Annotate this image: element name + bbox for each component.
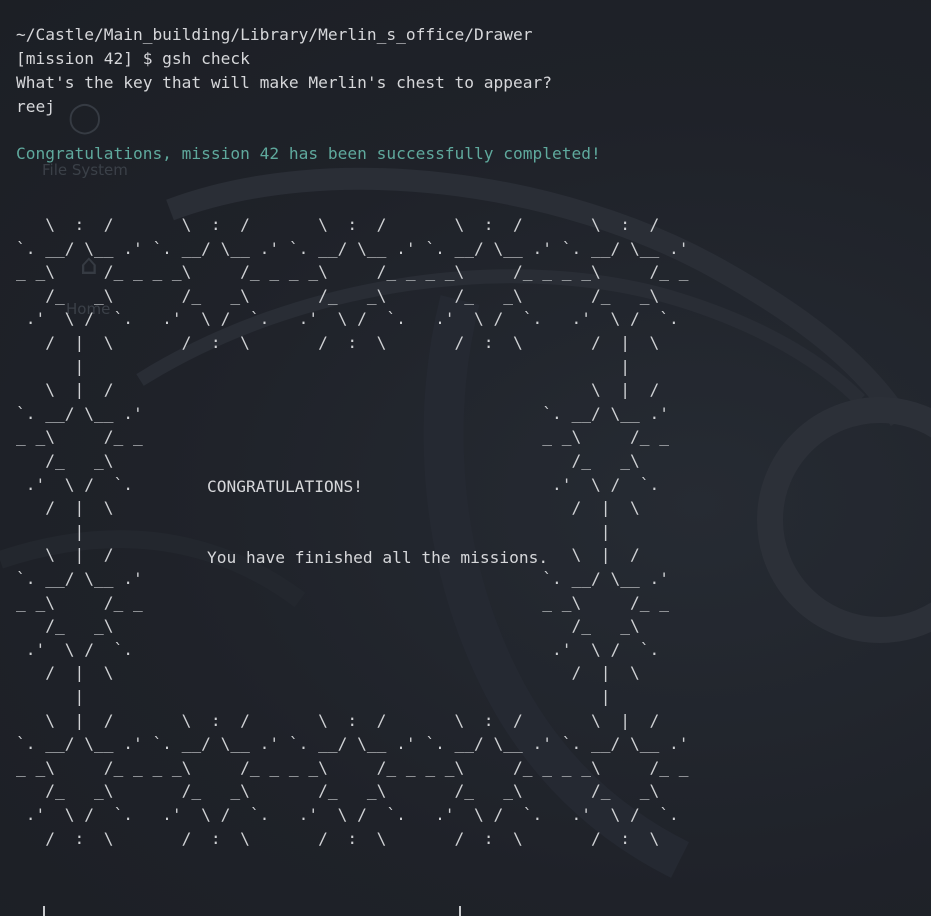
desktop-screen: ◯ File System ⌂ Home ~/Castle/Main_build… [0, 0, 931, 916]
ascii-art-line: / : \ / : \ / : \ / : \ / : \ [16, 828, 660, 848]
ascii-art-line: `. __/ \__ .' `. __/ \__ .' `. __/ \__ .… [16, 734, 689, 754]
terminal-cursor [459, 906, 461, 916]
ascii-art-line: `. __/ \__ .' `. __/ \__ .' [16, 403, 669, 423]
ascii-art-line: _ _\ /_ _ _ _\ /_ _ _ _\ /_ _ _ _\ /_ _ … [16, 757, 689, 777]
ascii-art-line: /_ _\ /_ _\ /_ _\ /_ _\ /_ _\ [16, 285, 660, 305]
ascii-art-line: | | [16, 356, 630, 376]
ascii-art-line: | | [16, 687, 611, 706]
ascii-art-line: `. __/ \__ .' `. __/ \__ .' [16, 569, 669, 588]
current-path: ~/Castle/Main_building/Library/Merlin_s_… [16, 25, 533, 44]
ascii-art-line: | | [16, 521, 611, 541]
ascii-art-line: .' \ / `. .' \ / `. .' \ / `. .' \ / `. … [16, 309, 679, 329]
ascii-art-line: /_ _\ /_ _\ [16, 451, 640, 470]
ascii-art-line: .' \ / `. .' \ / `. [16, 639, 660, 659]
success-message: Congratulations, mission 42 has been suc… [16, 144, 601, 163]
ascii-art-line: _ _\ /_ _ _ _\ /_ _ [16, 592, 669, 612]
finished-text: You have finished all the missions. [207, 548, 549, 567]
question-text: What's the key that will make Merlin's c… [16, 73, 553, 92]
ascii-art-line: /_ _\ /_ _\ [16, 616, 640, 636]
command-prompt: [mission 42] $ gsh check [16, 49, 250, 68]
ascii-art-line: / | \ / : \ / : \ / : \ / | \ [16, 333, 660, 352]
ascii-art-line: \ | / \ : / \ : / \ : / \ | / [16, 710, 660, 730]
ascii-art-line: /_ _\ /_ _\ /_ _\ /_ _\ /_ _\ [16, 781, 660, 801]
terminal-cursor [43, 906, 45, 916]
ascii-art-line: / | \ / | \ [16, 498, 640, 518]
ascii-art-line: \ | / \ | / [16, 380, 660, 400]
terminal-window[interactable]: ~/Castle/Main_building/Library/Merlin_s_… [0, 0, 931, 916]
ascii-art-line: _ _\ /_ _ _ _\ /_ _ [16, 427, 669, 447]
ascii-art-line: `. __/ \__ .' `. __/ \__ .' `. __/ \__ .… [16, 238, 689, 258]
congratulations-text: CONGRATULATIONS! [207, 477, 363, 496]
user-answer: reej [16, 97, 55, 116]
ascii-art-line: / | \ / | \ [16, 663, 640, 683]
ascii-art-line: .' \ / `. .' \ / `. .' \ / `. .' \ / `. … [16, 805, 679, 824]
ascii-art-line: \ : / \ : / \ : / \ : / \ : / [16, 215, 660, 234]
ascii-art-line: _ _\ /_ _ _ _\ /_ _ _ _\ /_ _ _ _\ /_ _ … [16, 262, 689, 282]
